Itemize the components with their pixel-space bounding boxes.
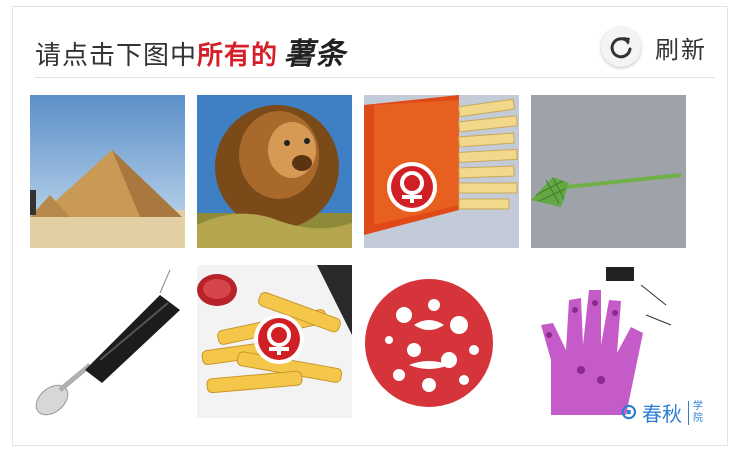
pyramid-image: [30, 95, 185, 248]
watermark-side: 学 院: [688, 400, 703, 425]
instruction-text: 请点击下图中所有的 薯条: [35, 29, 346, 73]
watermark-side-bottom: 院: [693, 412, 703, 424]
header-divider: [35, 77, 715, 78]
captcha-header: 请点击下图中所有的 薯条 刷新: [35, 21, 715, 75]
tile-pyramid[interactable]: [30, 95, 185, 248]
red-paper-cut-image: [364, 265, 519, 418]
french-fries-image: [364, 95, 519, 248]
instruction-target: 薯条: [284, 37, 347, 72]
watermark-side-top: 学: [693, 400, 703, 412]
tile-fries-plate[interactable]: [197, 265, 352, 418]
watermark: ⊙ 春秋 学 院: [620, 398, 703, 427]
lion-image: [197, 95, 352, 248]
watermark-logo-icon: ⊙: [619, 400, 638, 425]
tile-fries-railway[interactable]: [364, 95, 519, 248]
tile-spoon[interactable]: [30, 265, 185, 418]
instruction-prefix: 请点击下图中: [35, 41, 198, 71]
tile-lion[interactable]: [197, 95, 352, 248]
hand-print-image: [531, 265, 686, 418]
tile-hand-print[interactable]: [531, 265, 686, 418]
refresh-label[interactable]: 刷新: [655, 30, 707, 65]
tile-fly-swatter[interactable]: [531, 95, 686, 248]
instruction-highlight: 所有的: [197, 41, 279, 71]
fly-swatter-image: [531, 95, 686, 248]
tile-paper-cut[interactable]: [364, 265, 519, 418]
refresh-button[interactable]: 刷新: [601, 25, 707, 69]
french-fries-plate-image: [197, 265, 352, 418]
spoon-image: [30, 265, 185, 418]
captcha-image-grid: [30, 95, 686, 420]
watermark-text: 春秋: [642, 402, 682, 426]
refresh-icon[interactable]: [601, 27, 641, 67]
